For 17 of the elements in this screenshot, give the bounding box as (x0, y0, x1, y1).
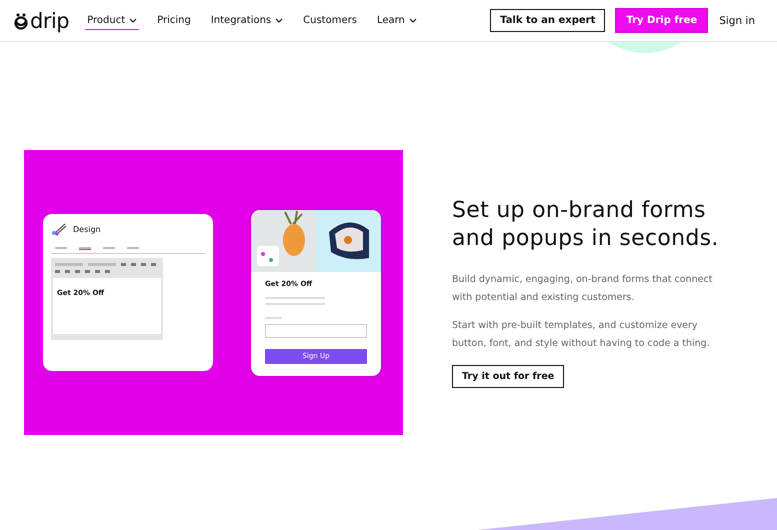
nav-link[interactable]: Customers (301, 12, 359, 30)
try-it-free-button[interactable]: Try it out for free (452, 365, 564, 388)
card-title: Design (73, 224, 101, 234)
section-heading: Set up on-brand forms and popups in seconds. (452, 197, 720, 253)
input-field[interactable] (265, 324, 367, 338)
body-paragraph: Start with pre-built templates, and customize every button, font, and style without having to code a thing. (452, 319, 711, 351)
nav-link[interactable]: Integrations (208, 12, 286, 30)
nav-link[interactable]: Learn (374, 12, 419, 30)
sign-in-link[interactable]: Sign in (719, 14, 755, 26)
try-free-button[interactable]: Try Drip free (615, 8, 708, 33)
logo-wordmark[interactable]: drip (30, 8, 70, 32)
nav-link[interactable]: Pricing (155, 12, 193, 30)
talk-to-expert-button[interactable]: Talk to an expert (490, 9, 606, 32)
smile-icon (14, 12, 28, 30)
body-paragraph: Build dynamic, engaging, on-brand forms that connect with potential and existing customers. (452, 273, 714, 305)
nav-link[interactable]: Product (85, 12, 140, 30)
brush-icon (51, 222, 67, 236)
